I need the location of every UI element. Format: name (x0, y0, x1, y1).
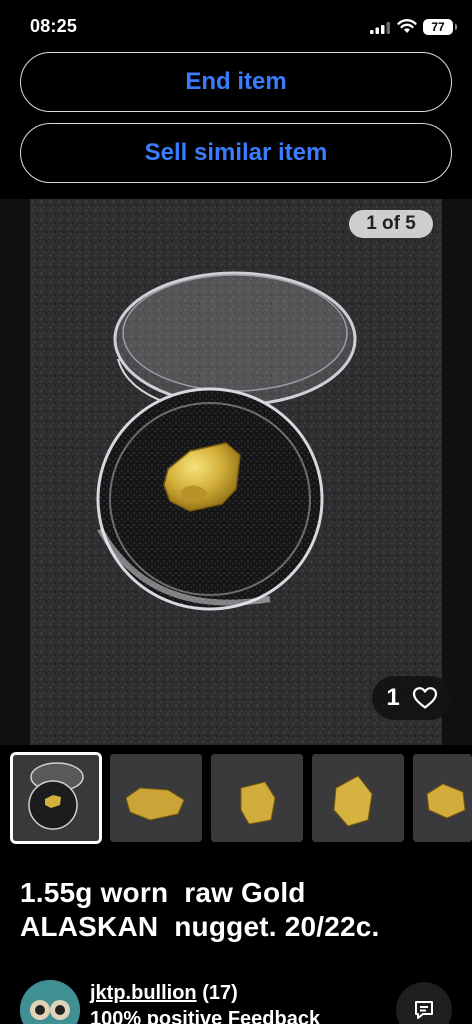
thumbnail-1[interactable] (10, 752, 102, 844)
wifi-icon (397, 19, 417, 33)
seller-name[interactable]: jktp.bullion (90, 982, 197, 1004)
thumbnail-image (110, 754, 202, 842)
status-bar: 08:25 77 (0, 0, 472, 52)
seller-name-line[interactable]: jktp.bullion (17) (90, 982, 238, 1005)
thumbnail-4[interactable] (312, 754, 404, 842)
image-counter: 1 of 5 (349, 210, 433, 238)
thumbnail-image (413, 754, 472, 842)
signal-icon (370, 22, 390, 34)
sell-similar-item-button[interactable]: Sell similar item (20, 123, 452, 183)
message-seller-button[interactable] (396, 982, 452, 1024)
image-gallery[interactable]: 1 of 5 1 (0, 199, 472, 745)
message-icon (415, 1001, 433, 1019)
thumbnail-strip[interactable] (0, 752, 472, 844)
heart-icon (412, 687, 437, 709)
thumbnail-2[interactable] (110, 754, 202, 842)
seller-feedback[interactable]: 100% positive Feedback (90, 1008, 320, 1024)
seller-rating: (17) (202, 982, 238, 1004)
thumbnail-5[interactable] (413, 754, 472, 842)
thumbnail-image (312, 754, 404, 842)
watch-button[interactable]: 1 (372, 676, 452, 720)
photo-image (30, 199, 442, 745)
end-item-button[interactable]: End item (20, 52, 452, 112)
seller-info[interactable]: jktp.bullion (17) 100% positive Feedback (0, 972, 472, 1024)
status-time: 08:25 (30, 16, 78, 36)
thumbnail-image (211, 754, 303, 842)
watch-count: 1 (386, 684, 400, 711)
seller-avatar[interactable] (20, 980, 80, 1024)
listing-title: 1.55g worn raw Gold ALASKAN nugget. 20/2… (20, 877, 380, 942)
thumbnail-image (13, 755, 99, 841)
item-photo[interactable] (30, 199, 442, 745)
thumbnail-3[interactable] (211, 754, 303, 842)
battery-icon: 77 (423, 19, 457, 35)
